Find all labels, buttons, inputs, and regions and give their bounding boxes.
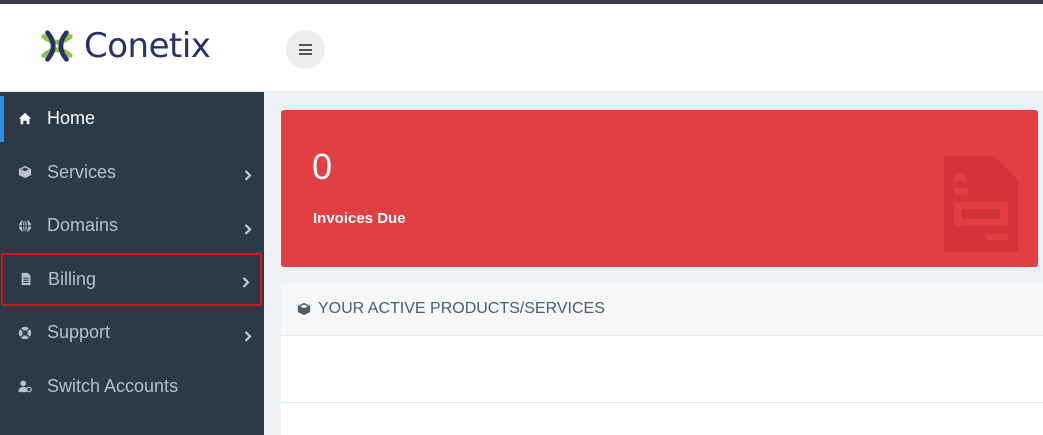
home-icon (17, 111, 33, 127)
header: Conetix (0, 4, 1043, 92)
sidebar-item-label: Billing (48, 268, 97, 289)
sidebar-item-home[interactable]: Home (0, 92, 264, 146)
brand-name: Conetix (84, 26, 211, 66)
invoices-due-label: Invoices Due (313, 210, 406, 227)
invoices-due-card[interactable]: 0 Invoices Due (281, 110, 1038, 267)
panel-header: YOUR ACTIVE PRODUCTS/SERVICES (281, 283, 1043, 336)
chevron-right-icon (244, 219, 252, 235)
sidebar-item-label: Home (47, 108, 96, 129)
sidebar-item-switch-accounts[interactable]: Switch Accounts (0, 360, 264, 414)
cube-icon (297, 302, 311, 316)
hamburger-icon (299, 44, 312, 55)
globe-icon (17, 218, 33, 234)
active-products-panel: YOUR ACTIVE PRODUCTS/SERVICES (281, 283, 1043, 435)
file-icon (18, 271, 34, 287)
sidebar-item-label: Support (47, 322, 111, 343)
conetix-logo-icon (41, 30, 73, 62)
panel-title: YOUR ACTIVE PRODUCTS/SERVICES (318, 300, 605, 317)
sidebar-item-support[interactable]: Support (0, 306, 264, 360)
sidebar-item-label: Domains (47, 215, 119, 236)
invoices-due-count: 0 (312, 146, 333, 187)
sidebar: Home Services Domains Billing Support Sw… (0, 92, 264, 435)
invoice-document-icon (944, 156, 1018, 252)
sidebar-item-services[interactable]: Services (0, 146, 264, 200)
cube-icon (17, 164, 33, 180)
menu-toggle-button[interactable] (286, 30, 325, 69)
chevron-right-icon (244, 166, 252, 181)
sidebar-item-label: Services (47, 161, 117, 182)
sidebar-item-label: Switch Accounts (47, 375, 179, 396)
sidebar-item-domains[interactable]: Domains (0, 199, 264, 253)
sidebar-item-billing[interactable]: Billing (1, 252, 262, 306)
panel-body (281, 336, 1043, 403)
chevron-right-icon (244, 326, 252, 342)
life-ring-icon (17, 325, 33, 341)
brand-logo[interactable]: Conetix (38, 26, 211, 66)
user-switch-icon (17, 378, 33, 394)
chevron-right-icon (242, 273, 250, 288)
